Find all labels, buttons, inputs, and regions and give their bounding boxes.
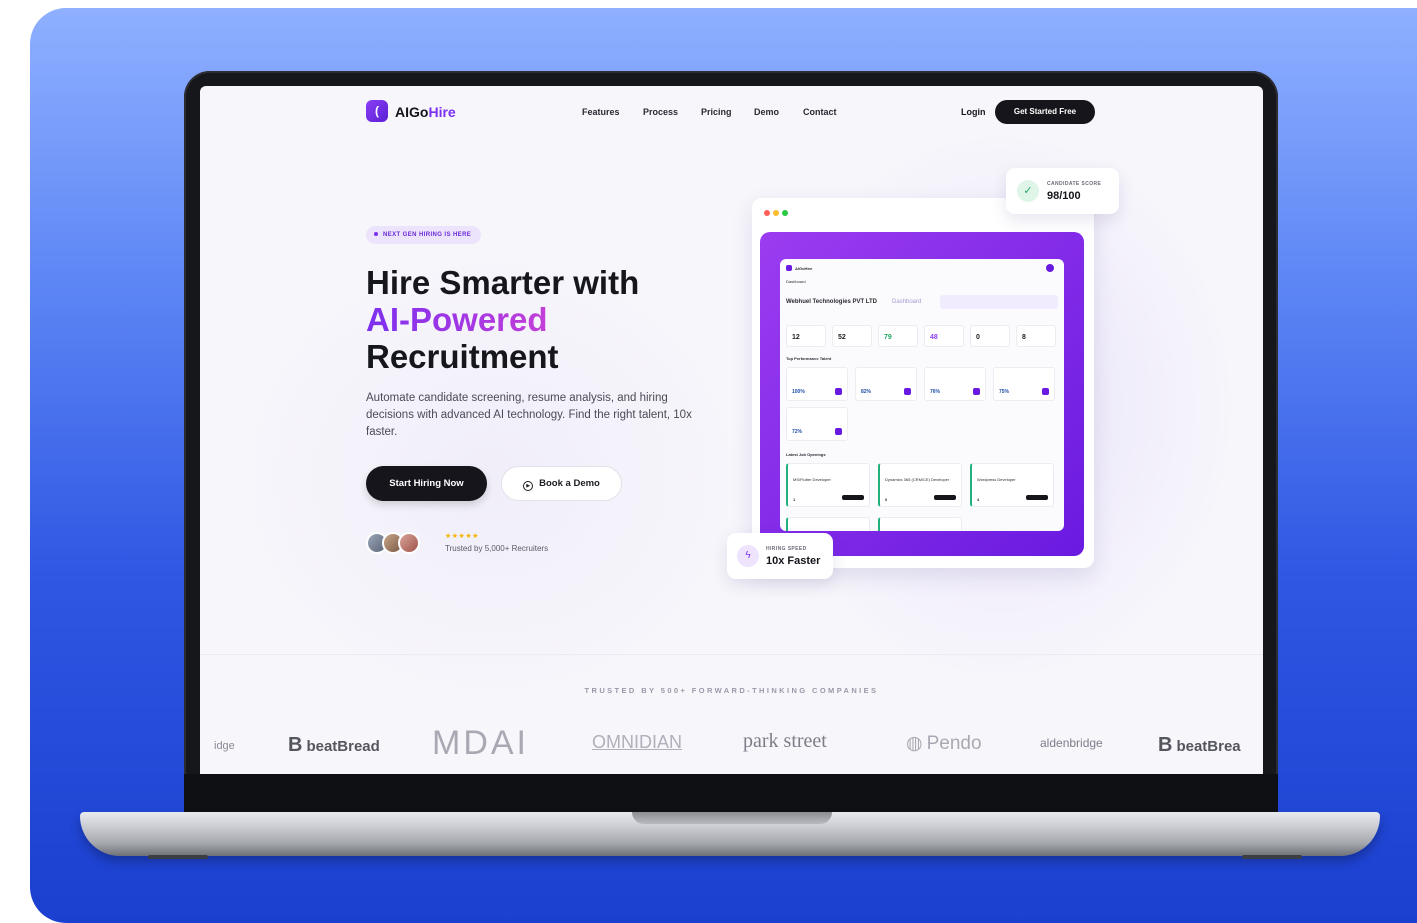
mini-company: Webhuel Technologies PVT LTD	[786, 299, 878, 305]
login-link[interactable]: Login	[961, 107, 986, 117]
trusted-recruiters-text: Trusted by 5,000+ Recruiters	[445, 544, 549, 553]
nav-link-process[interactable]: Process	[643, 107, 678, 117]
logo-highlight: Hire	[428, 104, 456, 120]
mini-logo-icon	[786, 265, 792, 271]
book-demo-button[interactable]: ▶ Book a Demo	[501, 466, 622, 501]
hero-badge: NEXT GEN HIRING IS HERE	[366, 226, 482, 244]
company-logo: BbeatBread	[288, 734, 380, 756]
logo-text[interactable]: AIGoHire	[395, 104, 456, 120]
company-logo: idge	[214, 740, 235, 752]
divider	[200, 654, 1263, 655]
preview-gradient-frame: AIGoHire Dashboard Webhuel Technologies …	[760, 232, 1084, 556]
beatbread-logo-icon: B	[1158, 734, 1173, 756]
mini-kpi: 79	[878, 325, 918, 347]
mini-job-card: Wordpress Developer 4	[970, 463, 1054, 507]
avatar	[398, 532, 420, 554]
hiring-speed-card: ϟ HIRING SPEED 10x Faster	[727, 533, 833, 579]
mini-avatar	[1046, 264, 1054, 272]
company-logo: ◍ Pendo	[906, 733, 982, 754]
mini-job-card	[878, 517, 962, 531]
speed-value: 10x Faster	[766, 555, 821, 567]
get-started-button[interactable]: Get Started Free	[995, 100, 1095, 124]
mini-job-card: MS/Flutter Developer 1	[786, 463, 870, 507]
mini-kpi: 52	[832, 325, 872, 347]
trusted-companies-title: TRUSTED BY 500+ FORWARD-THINKING COMPANI…	[584, 686, 879, 695]
mini-jobs-title: Latest Job Openings	[786, 452, 826, 457]
headline-line-3: Recruitment	[366, 338, 559, 375]
laptop-foot	[148, 855, 208, 859]
company-logo: park street	[743, 730, 827, 752]
mini-job-card: Dynamics 365 (CRM/CE) Developer 0	[878, 463, 962, 507]
mini-brand: AIGoHire	[795, 266, 813, 271]
nav-link-pricing[interactable]: Pricing	[701, 107, 732, 117]
nav-link-demo[interactable]: Demo	[754, 107, 779, 117]
mini-top-talent: Top Performance Talent	[786, 356, 832, 361]
nav-link-contact[interactable]: Contact	[803, 107, 837, 117]
minimize-dot-icon	[773, 210, 779, 216]
mini-talent-card: 82%	[855, 367, 917, 401]
laptop-foot	[1242, 855, 1302, 859]
start-hiring-button[interactable]: Start Hiring Now	[366, 466, 487, 501]
candidate-score-card: ✓ CANDIDATE SCORE 98/100	[1006, 168, 1119, 214]
mini-section: Dashboard	[786, 279, 806, 284]
mini-kpi: 8	[1016, 325, 1056, 347]
logo-prefix: AIGo	[395, 104, 429, 120]
speed-label: HIRING SPEED	[766, 546, 807, 552]
mini-kpi: 12	[786, 325, 826, 347]
badge-dot-icon	[374, 232, 378, 237]
mini-talent-card: 76%	[924, 367, 986, 401]
mini-talent-card: 100%	[786, 367, 848, 401]
headline-line-2: AI-Powered	[366, 301, 548, 338]
lightning-icon: ϟ	[737, 545, 759, 567]
logo-icon[interactable]: (	[366, 100, 388, 122]
company-logo: BbeatBrea	[1158, 734, 1241, 756]
beatbread-logo-icon: B	[288, 734, 303, 756]
company-logo: aldenbridge	[1040, 736, 1103, 750]
pendo-logo-icon: ◍	[906, 733, 923, 754]
badge-text: NEXT GEN HIRING IS HERE	[383, 232, 472, 238]
mini-kpi: 0	[970, 325, 1010, 347]
headline-line-1: Hire Smarter with	[366, 264, 640, 301]
maximize-dot-icon	[782, 210, 788, 216]
dashboard-preview-card: AIGoHire Dashboard Webhuel Technologies …	[752, 198, 1094, 568]
laptop-screen: ( AIGoHire Features Process Pricing Demo…	[200, 86, 1263, 774]
check-icon: ✓	[1017, 180, 1039, 202]
book-demo-label: Book a Demo	[539, 478, 600, 489]
close-dot-icon	[764, 210, 770, 216]
hero-subtext: Automate candidate screening, resume ana…	[366, 392, 692, 438]
nav-link-features[interactable]: Features	[582, 107, 620, 117]
play-icon: ▶	[523, 481, 534, 491]
company-logo: OMNIDIAN	[592, 732, 682, 752]
rating-stars: ★★★★★	[445, 533, 479, 540]
mini-dashboard: AIGoHire Dashboard Webhuel Technologies …	[780, 259, 1064, 531]
mini-talent-card: 75%	[993, 367, 1055, 401]
mini-company-suffix: Dashboard	[892, 299, 922, 305]
mini-banner	[940, 295, 1058, 309]
screen-bezel-bottom	[184, 774, 1278, 814]
company-logo: MDAI	[432, 724, 529, 762]
laptop-opening-notch	[632, 812, 832, 824]
mini-kpi: 48	[924, 325, 964, 347]
mini-job-card	[786, 517, 870, 531]
score-label: CANDIDATE SCORE	[1047, 181, 1102, 187]
top-nav: ( AIGoHire Features Process Pricing Demo…	[200, 86, 1263, 138]
score-value: 98/100	[1047, 190, 1081, 202]
mini-talent-card: 72%	[786, 407, 848, 441]
stage: ( AIGoHire Features Process Pricing Demo…	[0, 0, 1417, 923]
